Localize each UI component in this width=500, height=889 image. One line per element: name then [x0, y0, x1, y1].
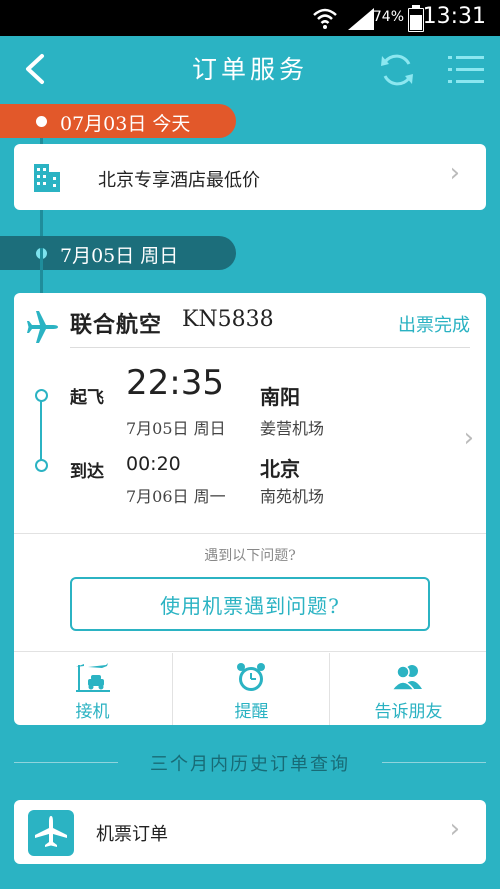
wifi-icon: [313, 8, 337, 29]
order-history-label: 三个月内历史订单查询: [150, 754, 350, 775]
airline-name: 联合航空: [70, 312, 163, 338]
alarm-clock-icon: [237, 663, 265, 691]
page-title: 订单服务: [191, 55, 308, 84]
ticket-status: 出票完成: [398, 315, 470, 336]
departure-date: 7月05日 周日: [126, 419, 226, 438]
hotel-promo-label: 北京专享酒店最低价: [98, 170, 260, 191]
hotel-promo-card[interactable]: 北京专享酒店最低价 ›: [14, 144, 486, 210]
departure-city: 南阳: [260, 385, 300, 409]
status-bar: 74% 13:31: [0, 0, 500, 36]
reminder-button[interactable]: 提醒: [172, 653, 330, 725]
tell-friends-button[interactable]: 告诉朋友: [329, 653, 487, 725]
flight-date-label: 7月05日 周日: [60, 245, 179, 267]
arrival-dot: [35, 459, 48, 472]
arrival-city: 北京: [260, 457, 300, 481]
battery-percent: 74%: [372, 9, 404, 25]
ticket-problem-button[interactable]: 使用机票遇到问题?: [70, 577, 430, 631]
list-menu-icon[interactable]: [448, 54, 484, 86]
arrival-airport: 南苑机场: [260, 487, 325, 506]
today-date-pill: 07月03日 今天: [0, 104, 236, 138]
divider: [70, 347, 470, 348]
airport-pickup-label: 接机: [75, 702, 110, 722]
arrival-time: 00:20: [126, 453, 181, 475]
clock: 13:31: [422, 4, 486, 29]
airplane-icon: [35, 816, 67, 847]
divider: [382, 762, 486, 763]
tell-friends-label: 告诉朋友: [374, 702, 443, 722]
ticket-orders-label: 机票订单: [96, 824, 168, 845]
departure-dot: [35, 389, 48, 402]
battery-icon: [408, 5, 424, 32]
friends-icon: [390, 665, 422, 691]
building-icon: [34, 164, 60, 192]
refresh-icon[interactable]: [378, 50, 416, 90]
divider: [14, 533, 486, 534]
timeline-dot: [36, 116, 47, 127]
problem-hint: 遇到以下问题?: [204, 548, 296, 564]
reminder-label: 提醒: [234, 702, 269, 722]
airport-pickup-icon: [76, 663, 110, 692]
route-line: [40, 393, 42, 465]
chevron-right-icon: ›: [449, 814, 460, 844]
signal-icon: [348, 8, 374, 30]
divider: [14, 651, 486, 652]
flight-number: KN5838: [182, 307, 274, 332]
order-history-link[interactable]: 三个月内历史订单查询: [14, 750, 486, 775]
flight-date-pill: 7月05日 周日: [0, 236, 236, 270]
today-date-label: 07月03日 今天: [60, 113, 191, 135]
departure-label: 起飞: [70, 388, 104, 408]
departure-airport: 姜营机场: [260, 419, 325, 438]
app-header: 订单服务: [0, 36, 500, 104]
ticket-icon-tile: [28, 810, 74, 856]
ticket-orders-card[interactable]: 机票订单 ›: [14, 800, 486, 864]
arrival-label: 到达: [70, 462, 104, 482]
departure-time: 22:35: [126, 363, 224, 403]
chevron-right-icon: ›: [449, 158, 460, 188]
airplane-icon: [27, 311, 58, 343]
airport-pickup-button[interactable]: 接机: [14, 653, 171, 725]
flight-order-card[interactable]: 联合航空 KN5838 出票完成 起飞 22:35 南阳 7月05日 周日 姜营…: [14, 293, 486, 725]
arrival-date: 7月06日 周一: [126, 487, 226, 506]
chevron-right-icon[interactable]: ›: [464, 423, 474, 453]
